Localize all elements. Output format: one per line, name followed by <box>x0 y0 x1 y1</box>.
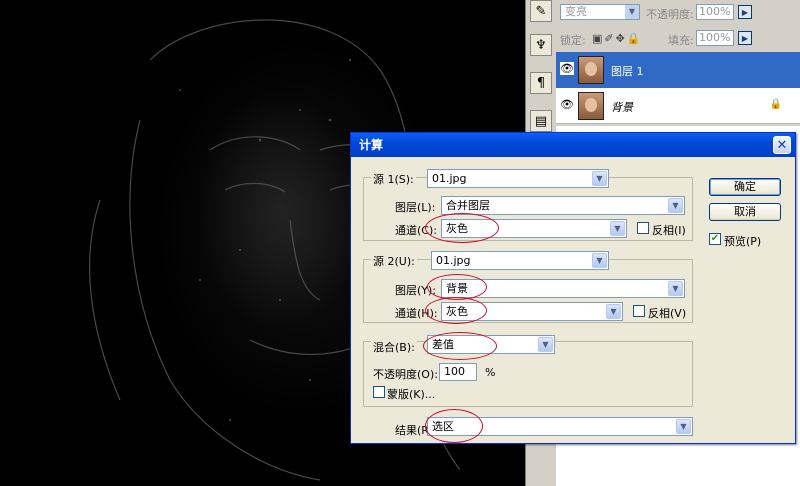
preview-label: 预览(P) <box>724 235 762 248</box>
source2-invert-checkbox[interactable] <box>633 305 645 317</box>
chevron-down-icon: ▼ <box>676 419 691 434</box>
source1-file-select[interactable]: 01.jpg ▼ <box>427 169 609 188</box>
blend-mode-value: 变亮 <box>565 5 587 18</box>
lock-label: 锁定: <box>560 34 586 47</box>
eye-icon[interactable]: 👁 <box>560 62 574 75</box>
layer-thumbnail <box>578 56 604 84</box>
dialog-title: 计算 <box>359 138 384 152</box>
source1-layer-select[interactable]: 合并图层 ▼ <box>441 196 685 215</box>
chevron-down-icon: ▼ <box>606 304 621 319</box>
fill-field[interactable]: 100% <box>696 30 734 46</box>
opacity-slider-arrow-icon[interactable]: ▶ <box>738 5 752 19</box>
source2-file-value: 01.jpg <box>436 254 471 267</box>
paragraph-icon[interactable]: ¶ <box>530 72 552 94</box>
lock-icon: 🔒 <box>769 99 782 110</box>
blending-opacity-unit: % <box>485 366 496 379</box>
highlight-circle-result <box>425 409 483 443</box>
source2-invert-label: 反相(V) <box>648 307 687 320</box>
source2-label: 源 2(U): <box>371 253 417 269</box>
layer-row-layer1[interactable]: 👁 图层 1 <box>556 52 800 88</box>
chevron-down-icon: ▼ <box>668 198 683 213</box>
blending-label: 混合(B): <box>371 339 417 355</box>
chevron-down-icon: ▼ <box>592 253 607 268</box>
source1-label: 源 1(S): <box>371 171 416 187</box>
layer-row-background[interactable]: 👁 背景 🔒 <box>556 88 800 124</box>
brush-tool-icon[interactable]: ✎ <box>530 0 552 22</box>
chevron-down-icon: ▼ <box>592 171 607 186</box>
blend-mode-select[interactable]: 变亮 ▼ <box>560 4 640 20</box>
chevron-down-icon: ▼ <box>668 281 683 296</box>
eye-icon[interactable]: 👁 <box>560 98 574 111</box>
close-icon[interactable]: ✕ <box>773 136 791 154</box>
lock-options-icons[interactable]: ▣✐✥🔒 <box>592 32 643 45</box>
source1-layer-value: 合并图层 <box>446 199 490 212</box>
chevron-down-icon: ▼ <box>625 5 639 19</box>
opacity-label: 不透明度: <box>646 8 694 21</box>
mask-checkbox[interactable] <box>373 386 385 398</box>
highlight-circle-blending <box>423 332 497 360</box>
chevron-down-icon: ▼ <box>538 337 553 352</box>
opacity-field[interactable]: 100% <box>696 4 734 20</box>
info-panel-icon[interactable]: ▤ <box>530 110 552 132</box>
source1-invert-label: 反相(I) <box>652 224 686 237</box>
fill-label: 填充: <box>668 34 694 47</box>
ok-button[interactable]: 确定 <box>709 178 781 196</box>
preview-checkbox[interactable]: ✔ <box>709 233 721 245</box>
dialog-titlebar[interactable]: 计算 ✕ <box>351 133 795 157</box>
highlight-circle-channel2 <box>425 297 487 324</box>
source1-invert-checkbox[interactable] <box>637 222 649 234</box>
blending-opacity-field[interactable]: 100 <box>439 363 477 381</box>
layer-name: 背景 <box>611 101 633 114</box>
chevron-down-icon: ▼ <box>610 221 625 236</box>
source2-file-select[interactable]: 01.jpg ▼ <box>431 251 609 270</box>
layer-name: 图层 1 <box>611 65 644 78</box>
source1-layer-label: 图层(L): <box>395 201 436 214</box>
calculations-dialog: 计算 ✕ 源 1(S): 01.jpg ▼ 图层(L): 合并图层 ▼ 通道(C… <box>350 132 796 444</box>
blending-opacity-label: 不透明度(O): <box>373 368 438 381</box>
mask-label: 蒙版(K)... <box>387 388 436 401</box>
fill-slider-arrow-icon[interactable]: ▶ <box>738 31 752 45</box>
highlight-circle-channel1 <box>425 213 499 243</box>
clone-tool-icon[interactable]: ♆ <box>530 34 552 56</box>
source1-file-value: 01.jpg <box>432 172 467 185</box>
cancel-button[interactable]: 取消 <box>709 203 781 221</box>
layer-thumbnail <box>578 92 604 120</box>
